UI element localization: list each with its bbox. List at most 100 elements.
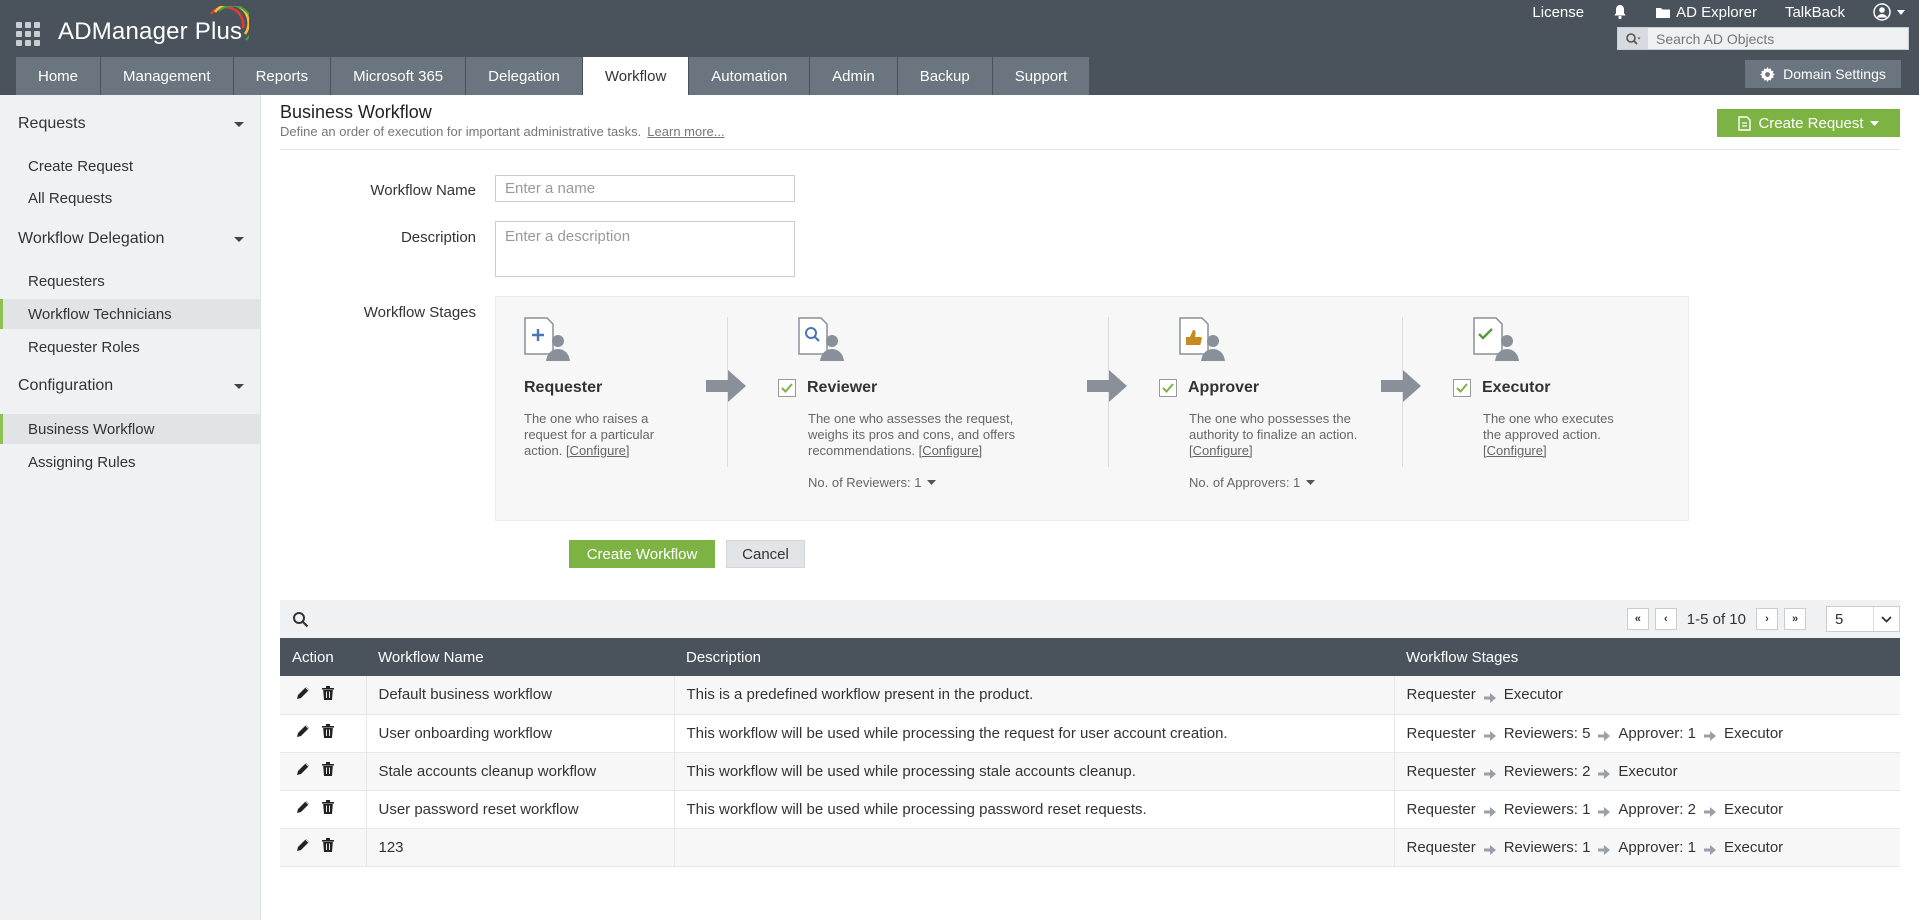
approvers-count-dropdown[interactable]: No. of Approvers: 1 — [1189, 475, 1399, 490]
edit-icon[interactable] — [296, 800, 310, 818]
tab-home[interactable]: Home — [16, 57, 101, 95]
edit-icon[interactable] — [296, 686, 310, 704]
approver-checkbox[interactable] — [1159, 379, 1177, 397]
delete-icon[interactable] — [322, 838, 334, 856]
sidebar-section-requests[interactable]: Requests — [18, 115, 244, 133]
configure-approver-link[interactable]: [Configure] — [1189, 443, 1253, 458]
domain-settings-button[interactable]: Domain Settings — [1745, 60, 1901, 88]
cancel-button[interactable]: Cancel — [726, 540, 805, 568]
column-header-description[interactable]: Description — [674, 638, 1394, 676]
table-header-row: Action Workflow Name Description Workflo… — [280, 638, 1900, 676]
apps-grid-icon[interactable] — [16, 22, 40, 46]
workflow-name-cell: User password reset workflow — [366, 790, 675, 829]
tab-admin[interactable]: Admin — [810, 57, 897, 95]
reviewer-checkbox[interactable] — [778, 379, 796, 397]
workflow-stage-item: Executor — [1618, 762, 1678, 780]
description-cell: This workflow will be used while process… — [674, 714, 1395, 753]
search-icon[interactable] — [1618, 28, 1648, 49]
delete-icon[interactable] — [322, 724, 334, 742]
document-add-icon — [1738, 115, 1752, 131]
arrow-right-icon — [1703, 804, 1716, 817]
stage-desc-text: The one who possesses the authority to f… — [1189, 411, 1358, 442]
sidebar-item-assigning-rules[interactable]: Assigning Rules — [0, 447, 261, 477]
delete-icon[interactable] — [322, 800, 334, 818]
ad-explorer-link[interactable]: AD Explorer — [1642, 4, 1771, 21]
delete-icon[interactable] — [322, 685, 334, 704]
sidebar-item-all-requests[interactable]: All Requests — [0, 183, 261, 213]
edit-icon[interactable] — [296, 838, 310, 856]
top-bar: ADManager Plus License AD Explorer TalkB… — [0, 0, 1919, 95]
workflow-stage-item: Approver: 2 — [1618, 800, 1696, 818]
last-page-icon[interactable]: » — [1784, 608, 1806, 630]
tab-management[interactable]: Management — [101, 57, 233, 95]
sidebar-item-business-workflow[interactable]: Business Workflow — [0, 414, 261, 444]
sidebar-section-configuration[interactable]: Configuration — [18, 377, 244, 395]
notification-bell-icon[interactable] — [1598, 4, 1642, 20]
action-cell — [280, 828, 367, 867]
tab-support[interactable]: Support — [992, 57, 1090, 95]
configure-requester-link[interactable]: [Configure] — [566, 443, 630, 458]
sidebar-item-create-request[interactable]: Create Request — [0, 151, 261, 181]
table-row: Stale accounts cleanup workflow This work… — [280, 752, 1900, 791]
column-header-workflow-stages: Workflow Stages — [1406, 648, 1519, 666]
user-menu[interactable] — [1859, 3, 1919, 21]
sidebar-section-label: Configuration — [18, 377, 114, 394]
sidebar: Requests Create Request All Requests Wor… — [0, 95, 261, 920]
arrow-right-icon — [1598, 804, 1611, 817]
edit-icon[interactable] — [296, 724, 310, 742]
next-page-icon[interactable]: › — [1756, 608, 1778, 630]
sidebar-section-workflow-delegation[interactable]: Workflow Delegation — [18, 230, 244, 248]
license-link[interactable]: License — [1518, 4, 1598, 21]
workflow-name-input[interactable] — [495, 175, 795, 202]
workflow-stage-item: Reviewers: 5 — [1503, 724, 1591, 742]
workflow-stage-item: Reviewers: 1 — [1503, 800, 1591, 818]
caret-down-icon — [234, 383, 244, 389]
table-row: 123 Requester Reviewers: 1 Approver: 1 Execu… — [280, 828, 1900, 867]
stage-reviewer: Reviewer The one who assesses the reques… — [778, 317, 1078, 490]
description-label: Description — [400, 229, 476, 246]
page-size-select[interactable]: 5 — [1826, 606, 1900, 632]
column-header-action: Action — [292, 648, 334, 666]
workflow-stages-cell: Requester Reviewers: 1 Approver: 2 Executor — [1394, 790, 1900, 829]
workflow-stage-item: Executor — [1723, 838, 1784, 856]
description-textarea[interactable] — [495, 221, 795, 277]
talkback-link[interactable]: TalkBack — [1771, 4, 1859, 21]
arrow-right-icon — [1598, 842, 1611, 855]
edit-icon[interactable] — [296, 762, 310, 780]
sidebar-item-requesters[interactable]: Requesters — [0, 266, 261, 296]
arrow-right-icon — [1381, 370, 1421, 402]
search-input[interactable] — [1648, 28, 1898, 49]
tab-reports[interactable]: Reports — [233, 57, 331, 95]
workflow-name-label: Workflow Name — [370, 182, 476, 199]
create-request-button[interactable]: Create Request — [1717, 109, 1900, 137]
reviewer-icon — [798, 317, 848, 363]
folder-icon — [1656, 8, 1671, 18]
executor-icon — [1473, 317, 1523, 363]
workflow-stage-item: Requester — [1406, 724, 1476, 742]
executor-checkbox[interactable] — [1453, 379, 1471, 397]
action-cell — [280, 676, 367, 715]
configure-executor-link[interactable]: [Configure] — [1483, 443, 1547, 458]
tab-delegation[interactable]: Delegation — [466, 57, 582, 95]
tab-microsoft-365[interactable]: Microsoft 365 — [331, 57, 466, 95]
first-page-icon[interactable]: « — [1626, 608, 1649, 630]
create-workflow-button[interactable]: Create Workflow — [569, 540, 715, 568]
action-cell — [280, 714, 367, 753]
logo-arc-icon — [210, 6, 249, 41]
search-icon[interactable] — [292, 611, 309, 628]
configure-reviewer-link[interactable]: [Configure] — [919, 443, 983, 458]
tab-backup[interactable]: Backup — [897, 57, 992, 95]
stage-description: The one who assesses the request, weighs… — [808, 411, 1048, 459]
column-header-workflow-name[interactable]: Workflow Name — [366, 638, 674, 676]
tab-automation[interactable]: Automation — [689, 57, 810, 95]
chevron-down-icon — [1873, 607, 1899, 631]
arrow-right-icon — [1598, 728, 1611, 741]
pagination: « ‹ 1-5 of 10 › » 5 — [1626, 606, 1900, 632]
delete-icon[interactable] — [322, 762, 334, 780]
tab-workflow[interactable]: Workflow — [582, 57, 689, 95]
reviewers-count-dropdown[interactable]: No. of Reviewers: 1 — [808, 475, 1078, 490]
prev-page-icon[interactable]: ‹ — [1654, 608, 1677, 630]
sidebar-item-workflow-technicians[interactable]: Workflow Technicians — [0, 299, 261, 329]
sidebar-item-requester-roles[interactable]: Requester Roles — [0, 332, 261, 362]
learn-more-link[interactable]: Learn more... — [647, 124, 724, 139]
